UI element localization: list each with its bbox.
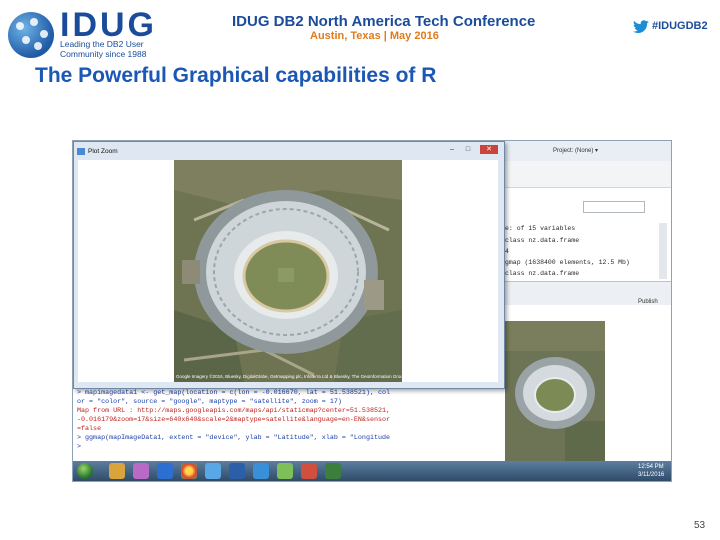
app-icon[interactable]	[301, 463, 317, 479]
rstudio-screenshot: Project: (None) ▾ e: of 15 variables cla…	[72, 140, 672, 482]
plot-zoom-title: Plot Zoom	[88, 148, 118, 155]
skype-icon[interactable]	[253, 463, 269, 479]
maximize-button[interactable]: □	[462, 145, 474, 154]
console-line: =false	[77, 425, 102, 433]
console-line: -0.016179&zoom=17&size=640x640&scale=2&m…	[77, 416, 391, 424]
chrome-icon[interactable]	[181, 463, 197, 479]
rstudio-window-icon	[77, 148, 85, 155]
environment-toolbar	[503, 161, 671, 188]
minimize-button[interactable]: –	[446, 145, 458, 154]
environment-row[interactable]: class nz.data.frame	[505, 237, 579, 244]
map-credit: Google Imagery ©2016, Bluesky, DigitalGl…	[176, 374, 406, 379]
logo-tagline-line1: Leading the DB2 User	[60, 39, 144, 49]
environment-row[interactable]: e: of 15 variables	[505, 225, 575, 232]
idug-logo-mark	[8, 12, 54, 58]
environment-row[interactable]: 4	[505, 248, 509, 255]
taskbar-time[interactable]: 12:54 PM	[638, 464, 664, 470]
plot-preview-image	[505, 321, 605, 461]
environment-search-input[interactable]	[583, 201, 645, 213]
environment-row[interactable]: class nz.data.frame	[505, 270, 579, 277]
lync-icon[interactable]	[229, 463, 245, 479]
environment-row[interactable]: gmap (1638400 elements, 12.5 Mb)	[505, 259, 630, 266]
logo-tagline-line2: Community since 1988	[60, 49, 147, 59]
conference-title: IDUG DB2 North America Tech Conference	[232, 13, 536, 30]
ie-icon[interactable]	[205, 463, 221, 479]
environment-scrollbar[interactable]	[659, 223, 667, 279]
media-player-icon[interactable]	[133, 463, 149, 479]
conference-subtitle: Austin, Texas | May 2016	[310, 30, 439, 42]
console-prompt[interactable]: >	[77, 443, 81, 451]
console-line: or = "color", source = "google", maptype…	[77, 398, 342, 406]
taskbar-date[interactable]: 3/11/2016	[638, 472, 664, 478]
close-button[interactable]: ✕	[480, 145, 498, 154]
rstudio-icon[interactable]	[277, 463, 293, 479]
console-line: > mapimagedata1 <- get_map(location = c(…	[77, 389, 391, 397]
console-pane[interactable]: > mapimagedata1 <- get_map(location = c(…	[73, 385, 503, 462]
satellite-map-image	[174, 160, 402, 382]
plot-zoom-window: Plot Zoom – □ ✕ Google Imagery ©2016, Bl…	[73, 141, 505, 389]
slide-title: The Powerful Graphical capabilities of R	[35, 64, 437, 87]
start-button-icon[interactable]	[77, 463, 93, 479]
outlook-icon[interactable]	[157, 463, 173, 479]
project-menu[interactable]: Project: (None) ▾	[553, 147, 598, 154]
conference-hashtag: #IDUGDB2	[652, 20, 708, 32]
file-explorer-icon[interactable]	[109, 463, 125, 479]
console-line: Map from URL : http://maps.googleapis.co…	[77, 407, 391, 415]
page-number: 53	[694, 520, 706, 531]
console-line: > ggmap(mapImageData1, extent = "device"…	[77, 434, 391, 442]
twitter-bird-icon	[633, 20, 649, 34]
excel-icon[interactable]	[325, 463, 341, 479]
